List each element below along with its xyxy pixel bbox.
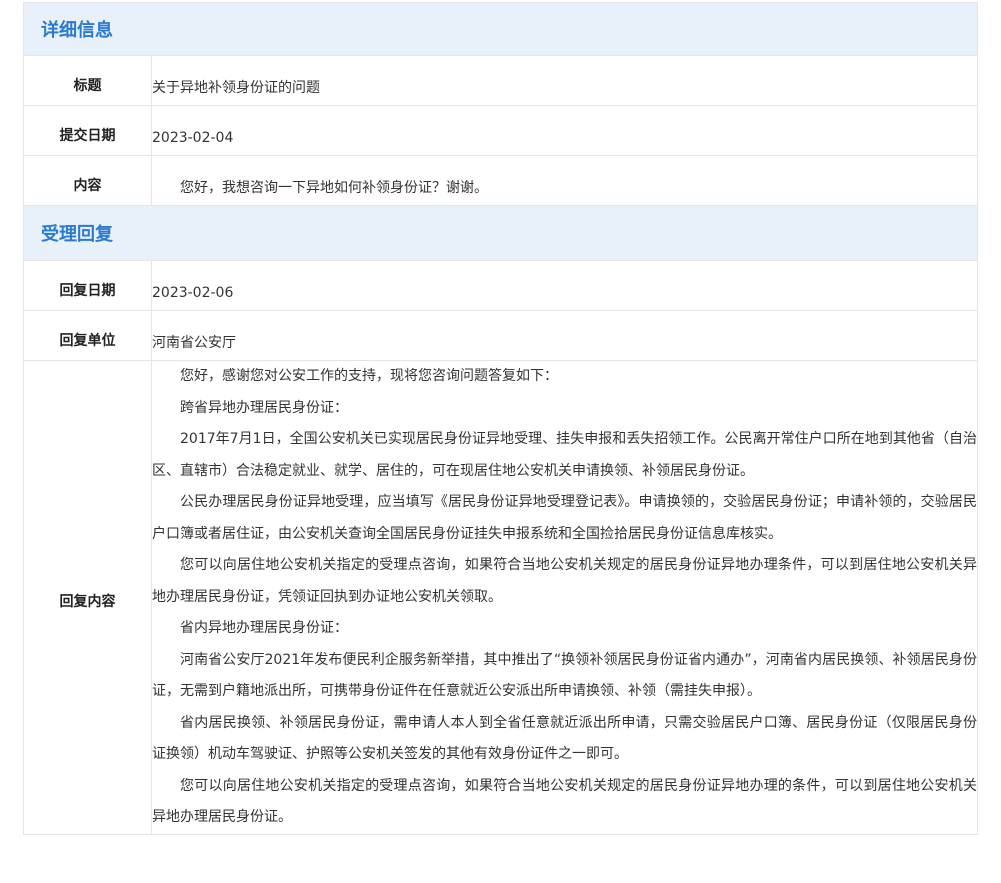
reply-paragraph: 您好，感谢您对公安工作的支持，现将您咨询问题答复如下： — [180, 368, 558, 384]
reply-date-label: 回复日期 — [23, 260, 152, 311]
content-label: 内容 — [23, 155, 152, 206]
submit-date-label: 提交日期 — [23, 105, 152, 156]
reply-unit-row: 回复单位 河南省公安厅 — [23, 310, 978, 361]
detail-table: 详细信息 标题 关于异地补领身份证的问题 提交日期 2023-02-04 内容 … — [23, 2, 978, 835]
reply-date-row: 回复日期 2023-02-06 — [23, 260, 978, 311]
reply-section-header: 受理回复 — [23, 205, 978, 261]
title-label: 标题 — [23, 55, 152, 106]
reply-paragraph: 您可以向居住地公安机关指定的受理点咨询，如果符合当地公安机关规定的居民身份证异地… — [152, 557, 977, 605]
reply-unit-label: 回复单位 — [23, 310, 152, 361]
detail-section-title: 详细信息 — [23, 2, 978, 56]
reply-paragraph: 省内居民换领、补领居民身份证，需申请人本人到全省任意就近派出所申请，只需交验居民… — [152, 714, 977, 763]
reply-content-row: 回复内容 您好，感谢您对公安工作的支持，现将您咨询问题答复如下： 跨省异地办理居… — [23, 360, 978, 835]
reply-unit-value: 河南省公安厅 — [151, 310, 978, 361]
reply-date-value: 2023-02-06 — [151, 260, 978, 311]
reply-content-label: 回复内容 — [23, 360, 152, 835]
reply-section-title: 受理回复 — [23, 205, 978, 261]
reply-paragraph: 省内异地办理居民身份证： — [180, 620, 348, 636]
reply-paragraph: 公民办理居民身份证异地受理，应当填写《居民身份证异地受理登记表》。申请换领的，交… — [152, 494, 977, 542]
submit-date-value: 2023-02-04 — [151, 105, 978, 156]
content-row: 内容 您好，我想咨询一下异地如何补领身份证？谢谢。 — [23, 155, 978, 206]
submit-date-row: 提交日期 2023-02-04 — [23, 105, 978, 156]
title-row: 标题 关于异地补领身份证的问题 — [23, 55, 978, 106]
reply-paragraph: 2017年7月1日，全国公安机关已实现居民身份证异地受理、挂失申报和丢失招领工作… — [152, 431, 977, 479]
reply-paragraph: 河南省公安厅2021年发布便民利企服务新举措，其中推出了“换领补领居民身份证省内… — [152, 651, 977, 700]
reply-paragraph: 跨省异地办理居民身份证： — [180, 399, 348, 416]
detail-section-header: 详细信息 — [23, 2, 978, 56]
title-value: 关于异地补领身份证的问题 — [151, 55, 978, 106]
content-value: 您好，我想咨询一下异地如何补领身份证？谢谢。 — [151, 155, 978, 206]
detail-container: 详细信息 标题 关于异地补领身份证的问题 提交日期 2023-02-04 内容 … — [23, 2, 978, 835]
reply-content-value: 您好，感谢您对公安工作的支持，现将您咨询问题答复如下： 跨省异地办理居民身份证：… — [151, 360, 978, 835]
reply-paragraph: 您可以向居住地公安机关指定的受理点咨询，如果符合当地公安机关规定的居民身份证异地… — [152, 777, 977, 826]
